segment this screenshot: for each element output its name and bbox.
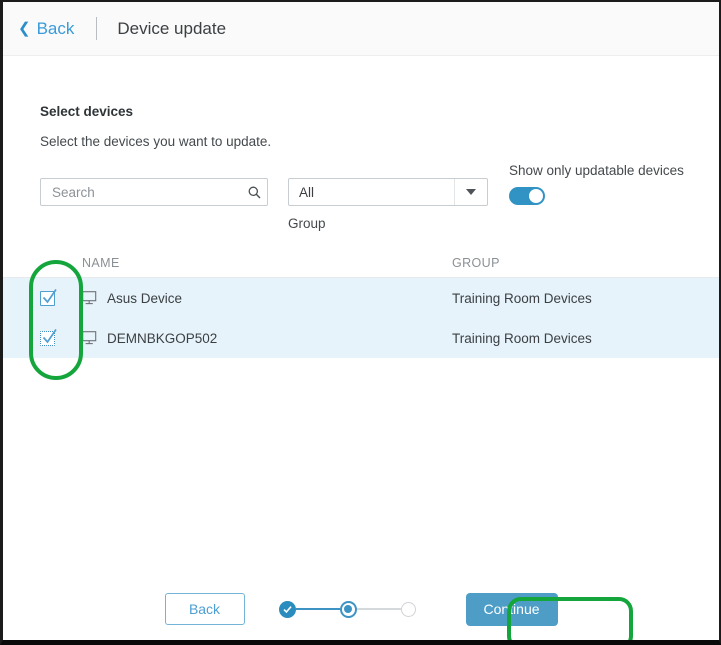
back-link-label: Back	[36, 18, 75, 38]
window-header: ❮ Back Device update	[3, 2, 719, 56]
main-content: Select devices Select the devices you wa…	[3, 56, 719, 640]
section-subtitle: Select the devices you want to update.	[40, 134, 272, 149]
row-checkbox-cell[interactable]	[40, 328, 82, 346]
monitor-icon	[82, 331, 97, 345]
step-indicator	[278, 600, 416, 618]
device-update-window: ❮ Back Device update Select devices Sele…	[0, 0, 721, 645]
table-row[interactable]: DEMNBKGOP502 Training Room Devices	[3, 318, 719, 358]
group-select[interactable]: All	[288, 178, 488, 206]
step-2-current[interactable]	[339, 600, 357, 618]
table-row[interactable]: Asus Device Training Room Devices	[3, 278, 719, 318]
show-only-updatable-toggle[interactable]	[509, 187, 545, 205]
monitor-icon	[82, 291, 97, 305]
row-checkbox-cell[interactable]	[40, 288, 82, 306]
chevron-left-icon: ❮	[18, 20, 31, 37]
group-label: Group	[288, 216, 326, 231]
step-connector-2	[356, 608, 401, 610]
search-box[interactable]	[40, 178, 268, 206]
row-checkbox[interactable]	[40, 328, 57, 346]
column-header-name: NAME	[82, 255, 120, 270]
device-name: Asus Device	[107, 290, 183, 306]
wizard-footer: Back Continue	[3, 588, 719, 630]
row-group-cell: Training Room Devices	[452, 290, 592, 306]
table-header-row: NAME GROUP	[3, 248, 719, 278]
back-link[interactable]: ❮ Back	[18, 19, 74, 39]
row-group-cell: Training Room Devices	[452, 330, 592, 346]
column-header-group: GROUP	[452, 255, 500, 270]
toggle-knob	[529, 189, 543, 203]
continue-button[interactable]: Continue	[465, 592, 558, 626]
row-checkbox[interactable]	[40, 288, 57, 306]
search-icon[interactable]	[241, 186, 267, 199]
step-connector-1	[295, 608, 340, 610]
step-1-done[interactable]	[278, 600, 296, 618]
row-name-cell: DEMNBKGOP502	[82, 331, 452, 346]
step-3-todo[interactable]	[400, 601, 416, 617]
page-title: Device update	[117, 18, 227, 38]
back-button[interactable]: Back	[164, 593, 245, 625]
device-name: DEMNBKGOP502	[107, 330, 218, 346]
header-divider	[96, 17, 98, 40]
group-select-value: All	[299, 184, 315, 200]
devices-table: NAME GROUP Asus Device Training Room Dev…	[3, 248, 719, 358]
updatable-toggle-label: Show only updatable devices	[509, 163, 684, 178]
section-title: Select devices	[40, 104, 134, 119]
row-name-cell: Asus Device	[82, 291, 452, 306]
search-input[interactable]	[41, 179, 241, 205]
chevron-down-icon[interactable]	[454, 179, 487, 205]
